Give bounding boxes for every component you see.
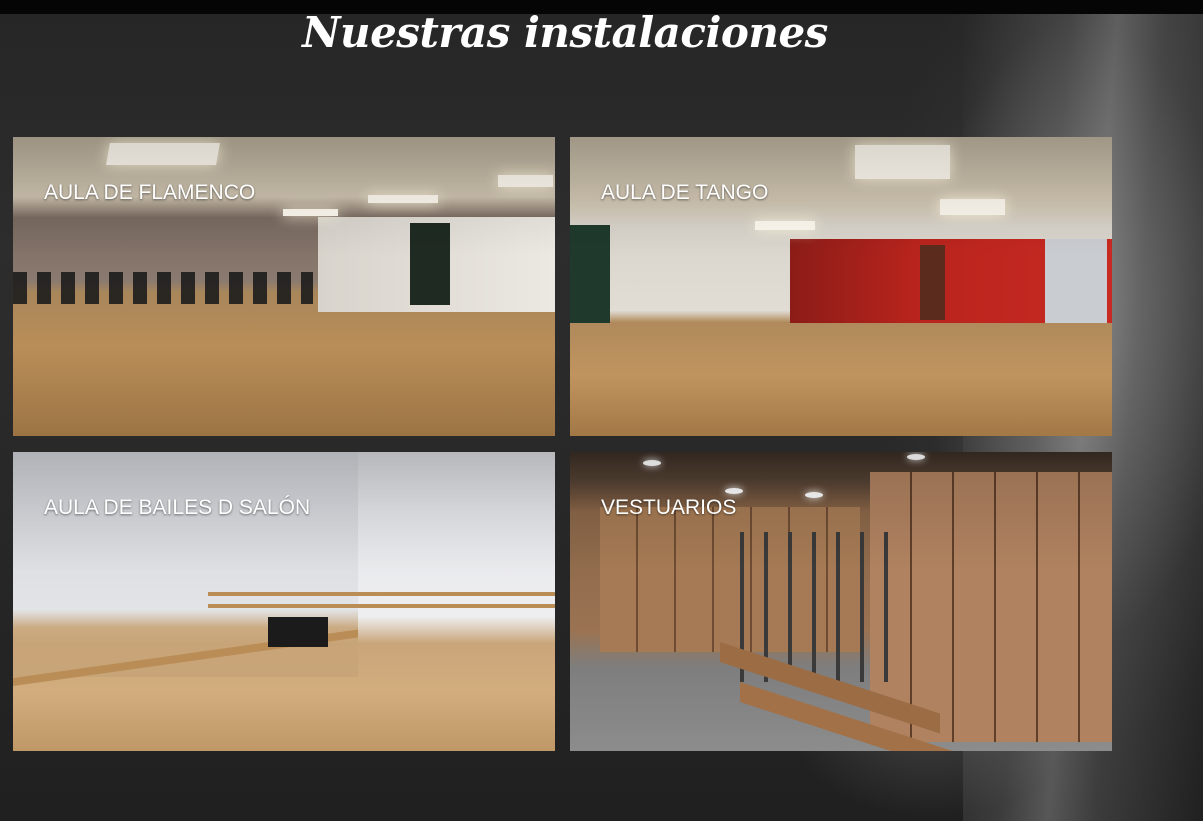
facilities-grid: AULA DE FLAMENCO AULA DE TANGO AULA DE B… — [13, 137, 1113, 752]
page-title: Nuestras instalaciones — [302, 8, 828, 57]
room-label: AULA DE FLAMENCO — [44, 181, 256, 204]
room-card-ballroom[interactable]: AULA DE BAILES D SALÓN — [13, 452, 555, 751]
room-card-tango[interactable]: AULA DE TANGO — [570, 137, 1112, 436]
room-label: AULA DE TANGO — [601, 181, 769, 204]
room-label: AULA DE BAILES D SALÓN — [44, 496, 311, 519]
room-card-flamenco[interactable]: AULA DE FLAMENCO — [13, 137, 555, 436]
facilities-page: Nuestras instalaciones AULA DE FLAMENCO — [0, 0, 1203, 821]
room-card-lockers[interactable]: VESTUARIOS — [570, 452, 1112, 751]
room-label: VESTUARIOS — [601, 496, 737, 519]
